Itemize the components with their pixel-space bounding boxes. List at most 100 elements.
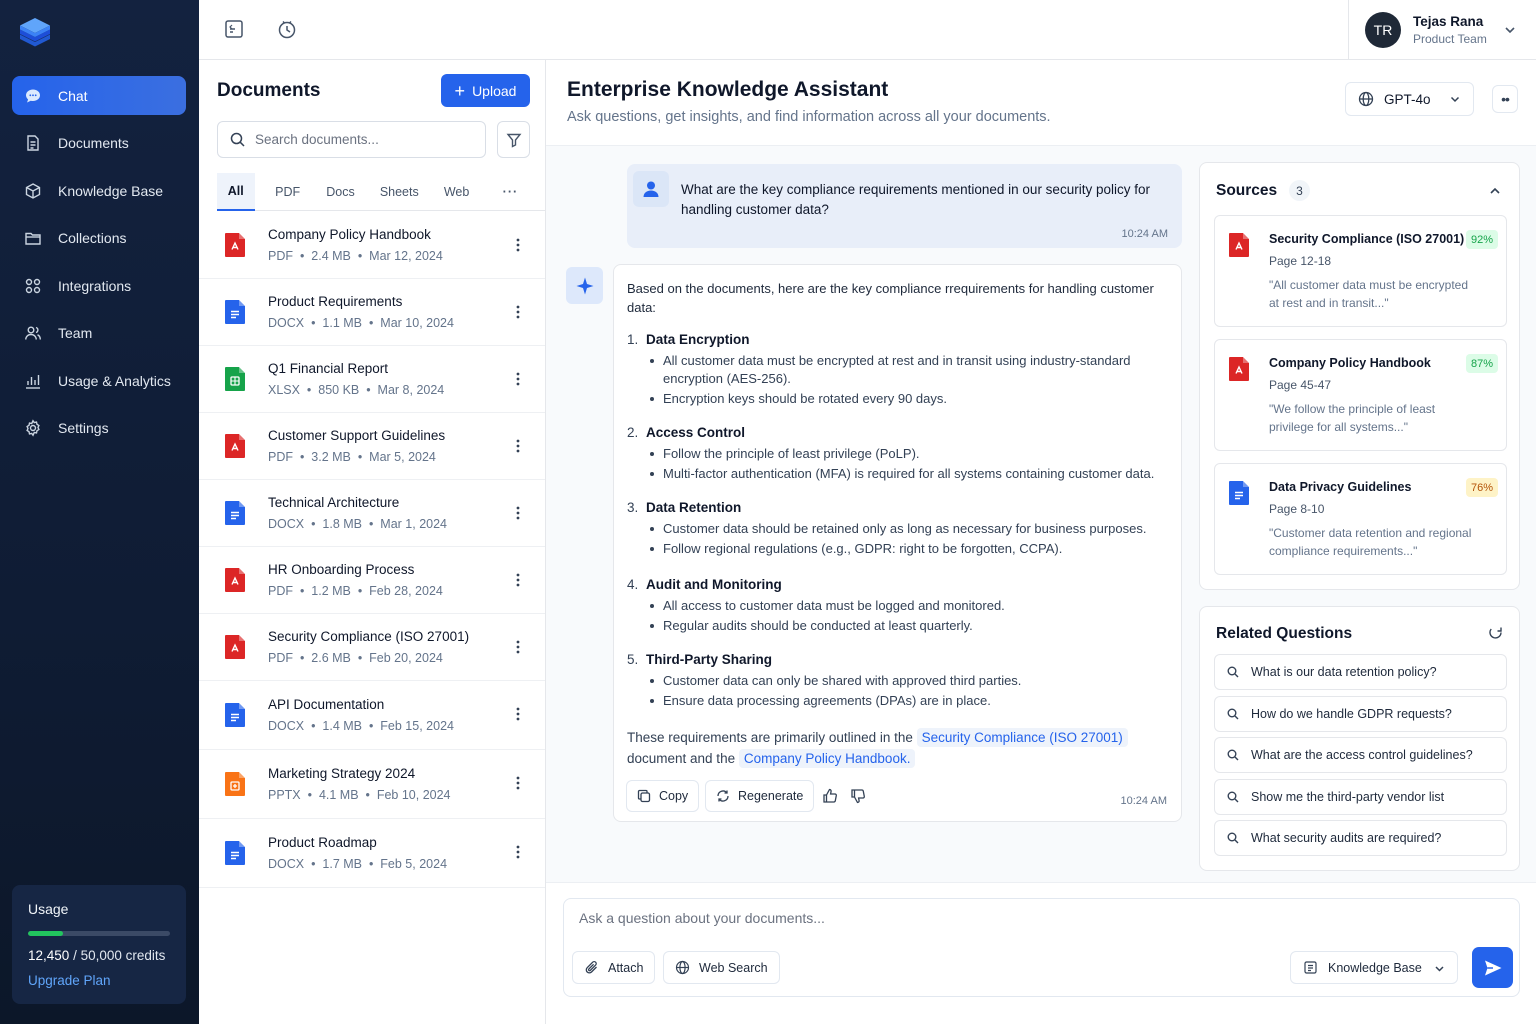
section-number: 4. <box>627 576 639 592</box>
kebab-menu-icon[interactable] <box>515 705 521 723</box>
user-menu[interactable]: TR Tejas Rana Product Team <box>1348 0 1536 59</box>
sidebar-item-knowledge-base[interactable]: Knowledge Base <box>12 171 186 210</box>
filter-button[interactable] <box>497 121 530 158</box>
chevron-up-icon[interactable] <box>1489 185 1501 197</box>
send-button[interactable] <box>1472 947 1513 988</box>
knowledge-base-selector[interactable]: Knowledge Base <box>1290 951 1458 984</box>
sidebar-item-collections[interactable]: Collections <box>12 219 186 258</box>
section-title: Audit and Monitoring <box>646 576 782 592</box>
kebab-menu-icon[interactable] <box>515 370 521 388</box>
citation-link[interactable]: Company Policy Handbook. <box>738 748 916 768</box>
related-question[interactable]: How do we handle GDPR requests? <box>1214 695 1507 732</box>
answer-section: 4. Audit and Monitoring All access to cust… <box>627 575 1167 635</box>
sidebar-item-chat[interactable]: Chat <box>12 76 186 115</box>
document-name: Q1 Financial Report <box>268 361 389 376</box>
sidebar-item-integrations[interactable]: Integrations <box>12 266 186 305</box>
history-icon[interactable] <box>276 18 298 40</box>
section-title: Data Encryption <box>646 332 750 347</box>
document-row[interactable]: Product Requirements DOCX • 1.1 MB • Mar … <box>199 279 545 346</box>
integrations-icon <box>24 277 42 295</box>
tab-pdf[interactable]: PDF <box>255 173 321 211</box>
answer-section: 3. Data Retention Customer data should be … <box>627 498 1167 558</box>
meta-separator: • <box>350 651 370 665</box>
document-name: Technical Architecture <box>268 495 400 510</box>
kebab-menu-icon[interactable] <box>515 236 521 254</box>
document-row[interactable]: Technical Architecture DOCX • 1.8 MB • Ma… <box>199 480 545 547</box>
tab-sheets[interactable]: Sheets <box>360 173 438 211</box>
app-logo-icon[interactable] <box>17 15 53 51</box>
search-input[interactable] <box>255 132 465 147</box>
tab-all[interactable]: All <box>217 173 255 211</box>
refresh-icon <box>716 789 730 803</box>
tab-web[interactable]: Web <box>438 173 475 211</box>
sidebar-item-usage-analytics[interactable]: Usage & Analytics <box>12 361 186 400</box>
assistant-intro: Based on the documents, here are the key… <box>627 281 1154 315</box>
kebab-menu-icon[interactable] <box>515 504 521 522</box>
document-row[interactable]: Product Roadmap DOCX • 1.7 MB • Feb 5, 20… <box>199 819 545 888</box>
refresh-icon[interactable] <box>1488 625 1503 640</box>
attach-button[interactable]: Attach <box>572 951 656 984</box>
answer-section-heading: 4. Audit and Monitoring <box>627 575 1167 594</box>
document-size: 1.7 MB <box>322 857 363 871</box>
document-size: 1.2 MB <box>311 584 351 598</box>
related-question[interactable]: What is our data retention policy? <box>1214 654 1507 690</box>
document-row[interactable]: Customer Support Guidelines PDF • 3.2 MB … <box>199 413 545 480</box>
sidebar-item-label: Documents <box>58 135 129 151</box>
kebab-menu-icon[interactable] <box>515 774 521 792</box>
section-number: 2. <box>627 424 639 440</box>
meta-separator: • <box>304 857 323 871</box>
document-row[interactable]: Q1 Financial Report XLSX • 850 KB • Mar 8… <box>199 346 545 413</box>
model-selector[interactable]: GPT-4o <box>1345 82 1474 116</box>
document-date: Mar 5, 2024 <box>369 450 436 464</box>
more-options-button[interactable]: •• <box>1492 85 1518 113</box>
regenerate-label: Regenerate <box>738 789 804 803</box>
source-card[interactable]: Data Privacy Guidelines Page 8-10 "Custome… <box>1214 463 1507 575</box>
section-number: 1. <box>627 332 639 347</box>
related-question[interactable]: Show me the third-party vendor list <box>1214 778 1507 815</box>
copy-button[interactable]: Copy <box>626 780 700 812</box>
kebab-menu-icon[interactable] <box>515 303 521 321</box>
sidebar-item-team[interactable]: Team <box>12 314 186 353</box>
sidebar-item-documents[interactable]: Documents <box>12 124 186 163</box>
document-info: Company Policy Handbook PDF • 2.4 MB • Ma… <box>268 227 443 263</box>
citation-link[interactable]: Security Compliance (ISO 27001) <box>916 727 1128 747</box>
sidebar-item-settings[interactable]: Settings <box>12 409 186 448</box>
source-card[interactable]: Security Compliance (ISO 27001) Page 12-1… <box>1214 215 1507 327</box>
upgrade-plan-link[interactable]: Upgrade Plan <box>28 973 170 988</box>
docx-file-icon <box>223 299 247 325</box>
kebab-menu-icon[interactable] <box>515 571 521 589</box>
document-row[interactable]: API Documentation DOCX • 1.4 MB • Feb 15,… <box>199 681 545 750</box>
web-search-button[interactable]: Web Search <box>663 951 780 984</box>
document-row[interactable]: Security Compliance (ISO 27001) PDF • 2.6… <box>199 614 545 681</box>
document-row[interactable]: HR Onboarding Process PDF • 1.2 MB • Feb … <box>199 547 545 614</box>
pdf-file-icon <box>1227 232 1251 258</box>
source-card[interactable]: Company Policy Handbook Page 45-47 "We fol… <box>1214 339 1507 451</box>
related-question[interactable]: What security audits are required? <box>1214 820 1507 856</box>
page-title: Enterprise Knowledge Assistant <box>567 78 889 101</box>
meta-separator: • <box>350 450 370 464</box>
document-row[interactable]: Marketing Strategy 2024 PPTX • 4.1 MB • F… <box>199 750 545 819</box>
document-row[interactable]: Company Policy Handbook PDF • 2.4 MB • Ma… <box>199 212 545 279</box>
thumbs-down-icon[interactable] <box>850 788 866 804</box>
sidebar-item-label: Integrations <box>58 277 132 294</box>
tab-docs[interactable]: Docs <box>321 173 361 211</box>
related-question[interactable]: What are the access control guidelines? <box>1214 737 1507 773</box>
more-tabs-button[interactable]: ··· <box>475 173 546 211</box>
upload-button[interactable]: + Upload <box>441 74 530 107</box>
document-info: Product Requirements DOCX • 1.1 MB • Mar … <box>268 294 454 330</box>
related-question-text: Show me the third-party vendor list <box>1251 789 1445 804</box>
document-name: API Documentation <box>268 697 385 712</box>
thumbs-up-icon[interactable] <box>822 788 838 804</box>
source-page: Page 12-18 <box>1269 254 1332 268</box>
related-question-text: How do we handle GDPR requests? <box>1251 706 1452 721</box>
kebab-menu-icon[interactable] <box>515 437 521 455</box>
source-name: Data Privacy Guidelines <box>1269 480 1412 494</box>
meta-separator: • <box>293 651 312 665</box>
question-input[interactable] <box>579 907 1279 929</box>
kebab-menu-icon[interactable] <box>515 638 521 656</box>
kebab-menu-icon[interactable] <box>515 843 521 861</box>
sidebar-toggle-icon[interactable] <box>223 18 245 40</box>
regenerate-button[interactable]: Regenerate <box>705 780 815 812</box>
sparkle-icon <box>566 267 603 304</box>
docx-file-icon <box>223 702 247 728</box>
